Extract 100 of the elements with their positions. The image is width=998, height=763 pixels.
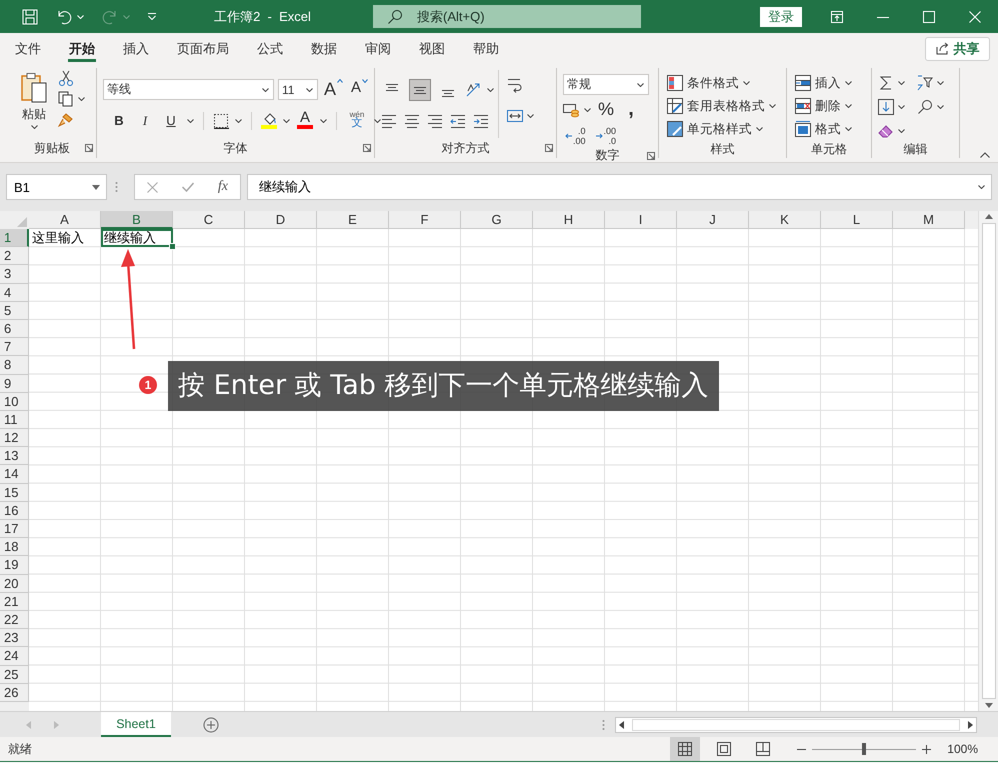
zoom-slider-thumb[interactable]: [862, 742, 866, 754]
cell-styles-button[interactable]: 单元格样式: [665, 118, 778, 140]
accounting-format-icon[interactable]: [563, 102, 579, 118]
row-header[interactable]: 10: [0, 392, 29, 411]
caret-icon[interactable]: [743, 81, 750, 85]
scissors-icon[interactable]: [58, 70, 74, 86]
caret-icon[interactable]: [898, 81, 905, 85]
row-header[interactable]: 22: [0, 610, 29, 630]
zoom-level[interactable]: 100%: [947, 742, 978, 756]
caret-icon[interactable]: [78, 97, 85, 101]
ribbon-tab[interactable]: 视图: [405, 33, 459, 64]
row-header[interactable]: 6: [0, 320, 29, 338]
borders-icon[interactable]: [213, 112, 229, 128]
copy-icon[interactable]: [58, 91, 74, 107]
format-as-table-button[interactable]: 套用表格格式: [665, 95, 778, 117]
caret-icon[interactable]: [584, 108, 591, 112]
horizontal-scrollbar[interactable]: [615, 716, 977, 732]
row-header[interactable]: 18: [0, 538, 29, 556]
font-color-button[interactable]: A: [296, 110, 314, 132]
dialog-launcher-icon[interactable]: [363, 144, 371, 152]
row-header[interactable]: 25: [0, 666, 29, 684]
row-header[interactable]: 23: [0, 629, 29, 648]
row-header[interactable]: 16: [0, 502, 29, 520]
eraser-icon[interactable]: [878, 123, 894, 139]
row-header[interactable]: 21: [0, 592, 29, 611]
decrease-indent-icon[interactable]: [450, 112, 466, 128]
search-icon[interactable]: [917, 99, 933, 115]
increase-decimal-button[interactable]: .0 .00: [563, 124, 588, 148]
ribbon-display-icon[interactable]: [831, 10, 843, 22]
share-button[interactable]: 共享: [925, 36, 990, 60]
caret-icon[interactable]: [283, 118, 290, 122]
orientation-icon[interactable]: [465, 82, 481, 98]
fill-color-icon[interactable]: [261, 112, 277, 128]
column-header[interactable]: C: [173, 211, 245, 229]
caret-icon[interactable]: [937, 81, 944, 85]
scroll-up-icon[interactable]: [984, 214, 992, 219]
column-header[interactable]: A: [29, 211, 101, 229]
name-box[interactable]: B1: [6, 174, 107, 200]
fill-icon[interactable]: [878, 99, 894, 115]
row-header[interactable]: 13: [0, 447, 29, 466]
sum-icon[interactable]: [878, 75, 894, 91]
column-header[interactable]: J: [677, 211, 749, 229]
comma-style-button[interactable]: ,: [621, 98, 641, 120]
caret-icon[interactable]: [937, 105, 944, 109]
close-icon[interactable]: [969, 10, 981, 22]
maximize-icon[interactable]: [923, 10, 935, 22]
align-right-icon[interactable]: [427, 112, 443, 128]
caret-icon[interactable]: [898, 129, 905, 133]
undo-icon[interactable]: [56, 8, 72, 24]
caret-icon[interactable]: [769, 104, 776, 108]
search-field[interactable]: 搜索(Alt+Q): [373, 5, 641, 28]
scroll-left-icon[interactable]: [619, 720, 624, 728]
dialog-launcher-icon[interactable]: [85, 144, 93, 152]
number-format-field[interactable]: 常规: [563, 74, 649, 95]
column-header[interactable]: M: [893, 211, 965, 229]
increase-font-size-button[interactable]: A: [322, 78, 346, 100]
percent-style-button[interactable]: %: [596, 98, 616, 120]
table-cell[interactable]: 继续输入: [101, 229, 173, 248]
caret-icon[interactable]: [235, 118, 242, 122]
font-size-field[interactable]: 11: [278, 79, 318, 100]
column-header[interactable]: E: [317, 211, 389, 229]
column-header[interactable]: G: [461, 211, 533, 229]
caret-icon[interactable]: [845, 81, 852, 85]
row-header[interactable]: 7: [0, 338, 29, 356]
caret-icon[interactable]: [306, 88, 313, 92]
caret-icon[interactable]: [978, 185, 985, 189]
row-header[interactable]: 11: [0, 410, 29, 430]
column-header[interactable]: B: [101, 211, 173, 229]
row-header[interactable]: 24: [0, 647, 29, 666]
wrap-text-icon[interactable]: [507, 76, 523, 94]
ribbon-tab[interactable]: 公式: [243, 33, 297, 64]
zoom-in-icon[interactable]: [922, 744, 932, 754]
scroll-down-icon[interactable]: [984, 703, 992, 708]
align-left-icon[interactable]: [381, 112, 397, 128]
row-header[interactable]: 14: [0, 465, 29, 484]
delete-cells-button[interactable]: 删除: [793, 95, 854, 117]
caret-icon[interactable]: [845, 127, 852, 131]
row-header[interactable]: 9: [0, 374, 29, 393]
decrease-decimal-button[interactable]: .00 .0: [594, 124, 618, 148]
ribbon-tab[interactable]: 插入: [109, 33, 163, 64]
ribbon-tab[interactable]: 页面布局: [163, 33, 243, 64]
sort-filter-icon[interactable]: [917, 75, 933, 91]
row-header[interactable]: 5: [0, 302, 29, 320]
row-header[interactable]: 19: [0, 556, 29, 575]
merge-center-icon[interactable]: [507, 108, 523, 124]
table-cell[interactable]: 这里输入: [29, 229, 101, 248]
decrease-font-size-button[interactable]: A: [349, 78, 370, 100]
ribbon-tab[interactable]: 审阅: [351, 33, 405, 64]
caret-icon[interactable]: [92, 184, 100, 190]
collapse-ribbon-icon[interactable]: [980, 152, 990, 158]
column-header[interactable]: F: [389, 211, 461, 229]
conditional-formatting-button[interactable]: 条件格式: [665, 72, 778, 94]
row-header[interactable]: 15: [0, 484, 29, 502]
row-header[interactable]: 3: [0, 265, 29, 284]
caret-icon[interactable]: [527, 114, 534, 118]
column-header[interactable]: D: [245, 211, 317, 229]
italic-button[interactable]: I: [135, 110, 155, 132]
caret-icon[interactable]: [637, 82, 644, 86]
align-center-icon[interactable]: [404, 112, 420, 128]
bold-button[interactable]: B: [109, 110, 129, 132]
